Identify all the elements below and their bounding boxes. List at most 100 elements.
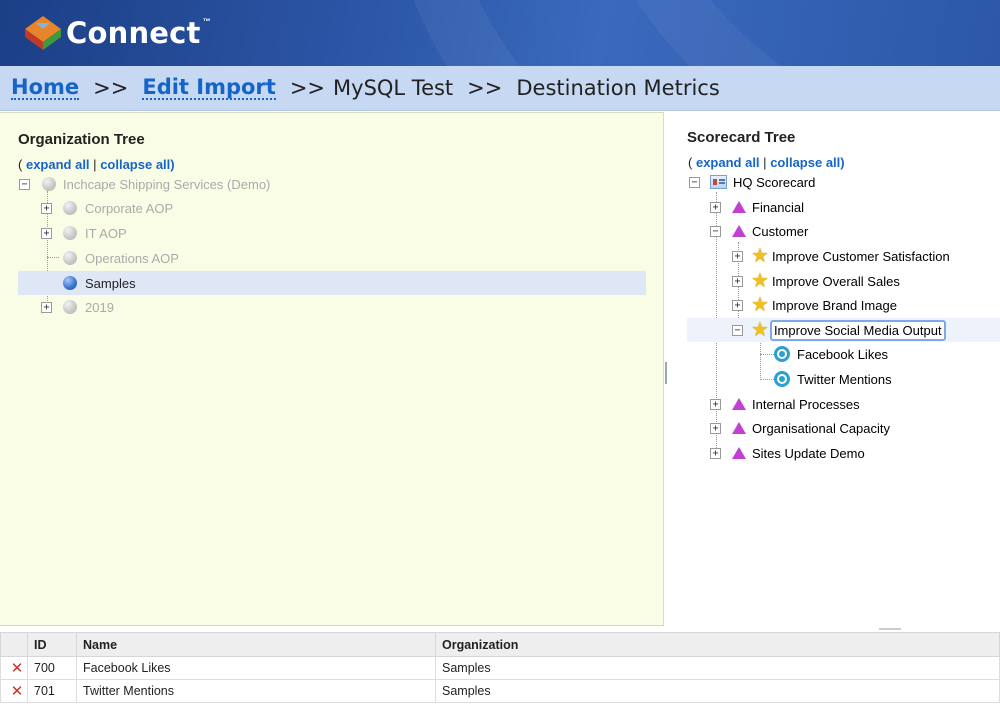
delete-x-icon[interactable]: ✕ [0, 679, 28, 703]
org-node-samples[interactable]: Samples [63, 271, 136, 295]
collapse-toggle-icon[interactable]: − [710, 225, 721, 237]
panel-splitter-handle[interactable] [665, 362, 667, 384]
logo-trademark: ™ [202, 16, 211, 26]
breadcrumb-home-link[interactable]: Home [11, 76, 80, 100]
sc-node-label: Facebook Likes [797, 346, 889, 362]
collapse-toggle-icon[interactable]: − [689, 176, 700, 188]
sc-node-objective-selected[interactable]: − ★ Improve Social Media Output [732, 318, 946, 342]
column-header-organization[interactable]: Organization [435, 632, 1000, 657]
org-node-label: 2019 [85, 299, 114, 315]
expand-toggle-icon[interactable]: + [710, 422, 721, 434]
column-header-delete [0, 632, 28, 657]
sc-tree-expand-controls: ( expand all | collapse all) [688, 155, 845, 170]
breadcrumb: Home >> Edit Import >> MySQL Test >> Des… [0, 66, 1000, 111]
sc-node-metric[interactable]: Facebook Likes [774, 342, 888, 366]
sc-node-objective[interactable]: + ★ Improve Brand Image [732, 293, 897, 317]
sc-node-label: HQ Scorecard [733, 174, 816, 190]
cell-name: Facebook Likes [76, 656, 436, 680]
expand-toggle-icon[interactable]: + [710, 447, 721, 459]
sc-node-customer[interactable]: − Customer [710, 219, 808, 243]
tree-connector [760, 340, 761, 380]
organization-tree-title: Organization Tree [18, 131, 145, 148]
sc-node-label: Improve Social Media Output [769, 319, 946, 341]
org-node-label: Corporate AOP [85, 200, 174, 216]
breadcrumb-mysql-test: MySQL Test [333, 76, 454, 100]
grey-ball-icon [63, 300, 77, 314]
breadcrumb-separator: >> [93, 76, 129, 100]
org-node-corporate-aop[interactable]: + Corporate AOP [41, 196, 173, 220]
org-node-label: IT AOP [85, 225, 127, 241]
org-tree-expand-controls: ( expand all | collapse all) [18, 157, 175, 172]
sc-node-label: Internal Processes [752, 396, 860, 412]
column-header-name[interactable]: Name [76, 632, 436, 657]
expand-toggle-icon[interactable]: + [732, 299, 743, 311]
sc-node-objective[interactable]: + ★ Improve Customer Satisfaction [732, 244, 950, 268]
grey-ball-icon [63, 251, 77, 265]
expand-toggle-icon[interactable]: + [41, 301, 52, 313]
logo-text: Connect [66, 16, 201, 50]
app-header: Connect ™ [0, 0, 1000, 66]
connect-logo[interactable]: Connect ™ [24, 10, 211, 56]
collapse-toggle-icon[interactable]: − [19, 178, 30, 190]
expand-toggle-icon[interactable]: + [41, 227, 52, 239]
tree-connector [760, 379, 774, 380]
org-collapse-all-link[interactable]: collapse all) [100, 157, 174, 172]
table-row[interactable]: ✕ 701 Twitter Mentions Samples [0, 679, 1000, 703]
grey-ball-icon [42, 177, 56, 191]
breadcrumb-destination-metrics: Destination Metrics [516, 76, 720, 100]
tree-connector [47, 257, 59, 258]
divider: | [93, 157, 97, 172]
triangle-icon [732, 201, 746, 213]
star-icon: ★ [751, 319, 769, 341]
sc-node-sites-update-demo[interactable]: + Sites Update Demo [710, 441, 865, 465]
blue-ball-icon [63, 276, 77, 290]
sc-node-metric[interactable]: Twitter Mentions [774, 367, 892, 391]
sc-node-label: Improve Customer Satisfaction [771, 248, 950, 264]
table-row[interactable]: ✕ 700 Facebook Likes Samples [0, 656, 1000, 680]
expand-toggle-icon[interactable]: + [732, 250, 743, 262]
sc-node-financial[interactable]: + Financial [710, 195, 804, 219]
breadcrumb-edit-import-link[interactable]: Edit Import [142, 76, 276, 100]
table-header-row: ID Name Organization [0, 632, 1000, 657]
sc-expand-all-link[interactable]: expand all [696, 155, 760, 170]
sc-node-organisational-capacity[interactable]: + Organisational Capacity [710, 416, 890, 440]
org-node-label: Inchcape Shipping Services (Demo) [63, 176, 271, 192]
organization-tree-panel: Organization Tree ( expand all | collaps… [0, 112, 664, 626]
sc-node-label: Improve Brand Image [771, 297, 897, 313]
sc-node-label: Improve Overall Sales [771, 273, 900, 289]
expand-toggle-icon[interactable]: + [41, 202, 52, 214]
column-header-id[interactable]: ID [27, 632, 77, 657]
star-icon: ★ [751, 270, 769, 292]
org-node-root[interactable]: − Inchcape Shipping Services (Demo) [19, 172, 270, 196]
scorecard-tree-panel: Scorecard Tree ( expand all | collapse a… [668, 112, 1000, 626]
triangle-icon [732, 225, 746, 237]
expand-toggle-icon[interactable]: + [710, 398, 721, 410]
collapse-toggle-icon[interactable]: − [732, 324, 743, 336]
sc-node-hq-scorecard[interactable]: − HQ Scorecard [689, 170, 815, 194]
sc-collapse-all-link[interactable]: collapse all) [770, 155, 844, 170]
sc-node-internal-processes[interactable]: + Internal Processes [710, 392, 860, 416]
expand-toggle-icon[interactable]: + [732, 275, 743, 287]
sc-node-objective[interactable]: + ★ Improve Overall Sales [732, 269, 900, 293]
connect-logo-icon [25, 16, 61, 50]
star-icon: ★ [751, 294, 769, 316]
org-node-it-aop[interactable]: + IT AOP [41, 221, 127, 245]
grey-ball-icon [63, 226, 77, 240]
expand-toggle-icon[interactable]: + [710, 201, 721, 213]
org-node-2019[interactable]: + 2019 [41, 295, 114, 319]
resize-grip[interactable] [879, 628, 901, 630]
tree-connector [760, 354, 774, 355]
metric-circle-icon [774, 371, 790, 387]
delete-x-icon[interactable]: ✕ [0, 656, 28, 680]
org-node-operations-aop[interactable]: Operations AOP [63, 246, 179, 270]
star-icon: ★ [751, 245, 769, 267]
org-expand-all-link[interactable]: expand all [26, 157, 90, 172]
cell-name: Twitter Mentions [76, 679, 436, 703]
triangle-icon [732, 422, 746, 434]
divider: | [763, 155, 767, 170]
sc-node-label: Sites Update Demo [752, 445, 865, 461]
scorecard-tree-title: Scorecard Tree [687, 129, 796, 146]
breadcrumb-separator: >> [467, 76, 503, 100]
triangle-icon [732, 447, 746, 459]
scorecard-icon [710, 175, 727, 189]
